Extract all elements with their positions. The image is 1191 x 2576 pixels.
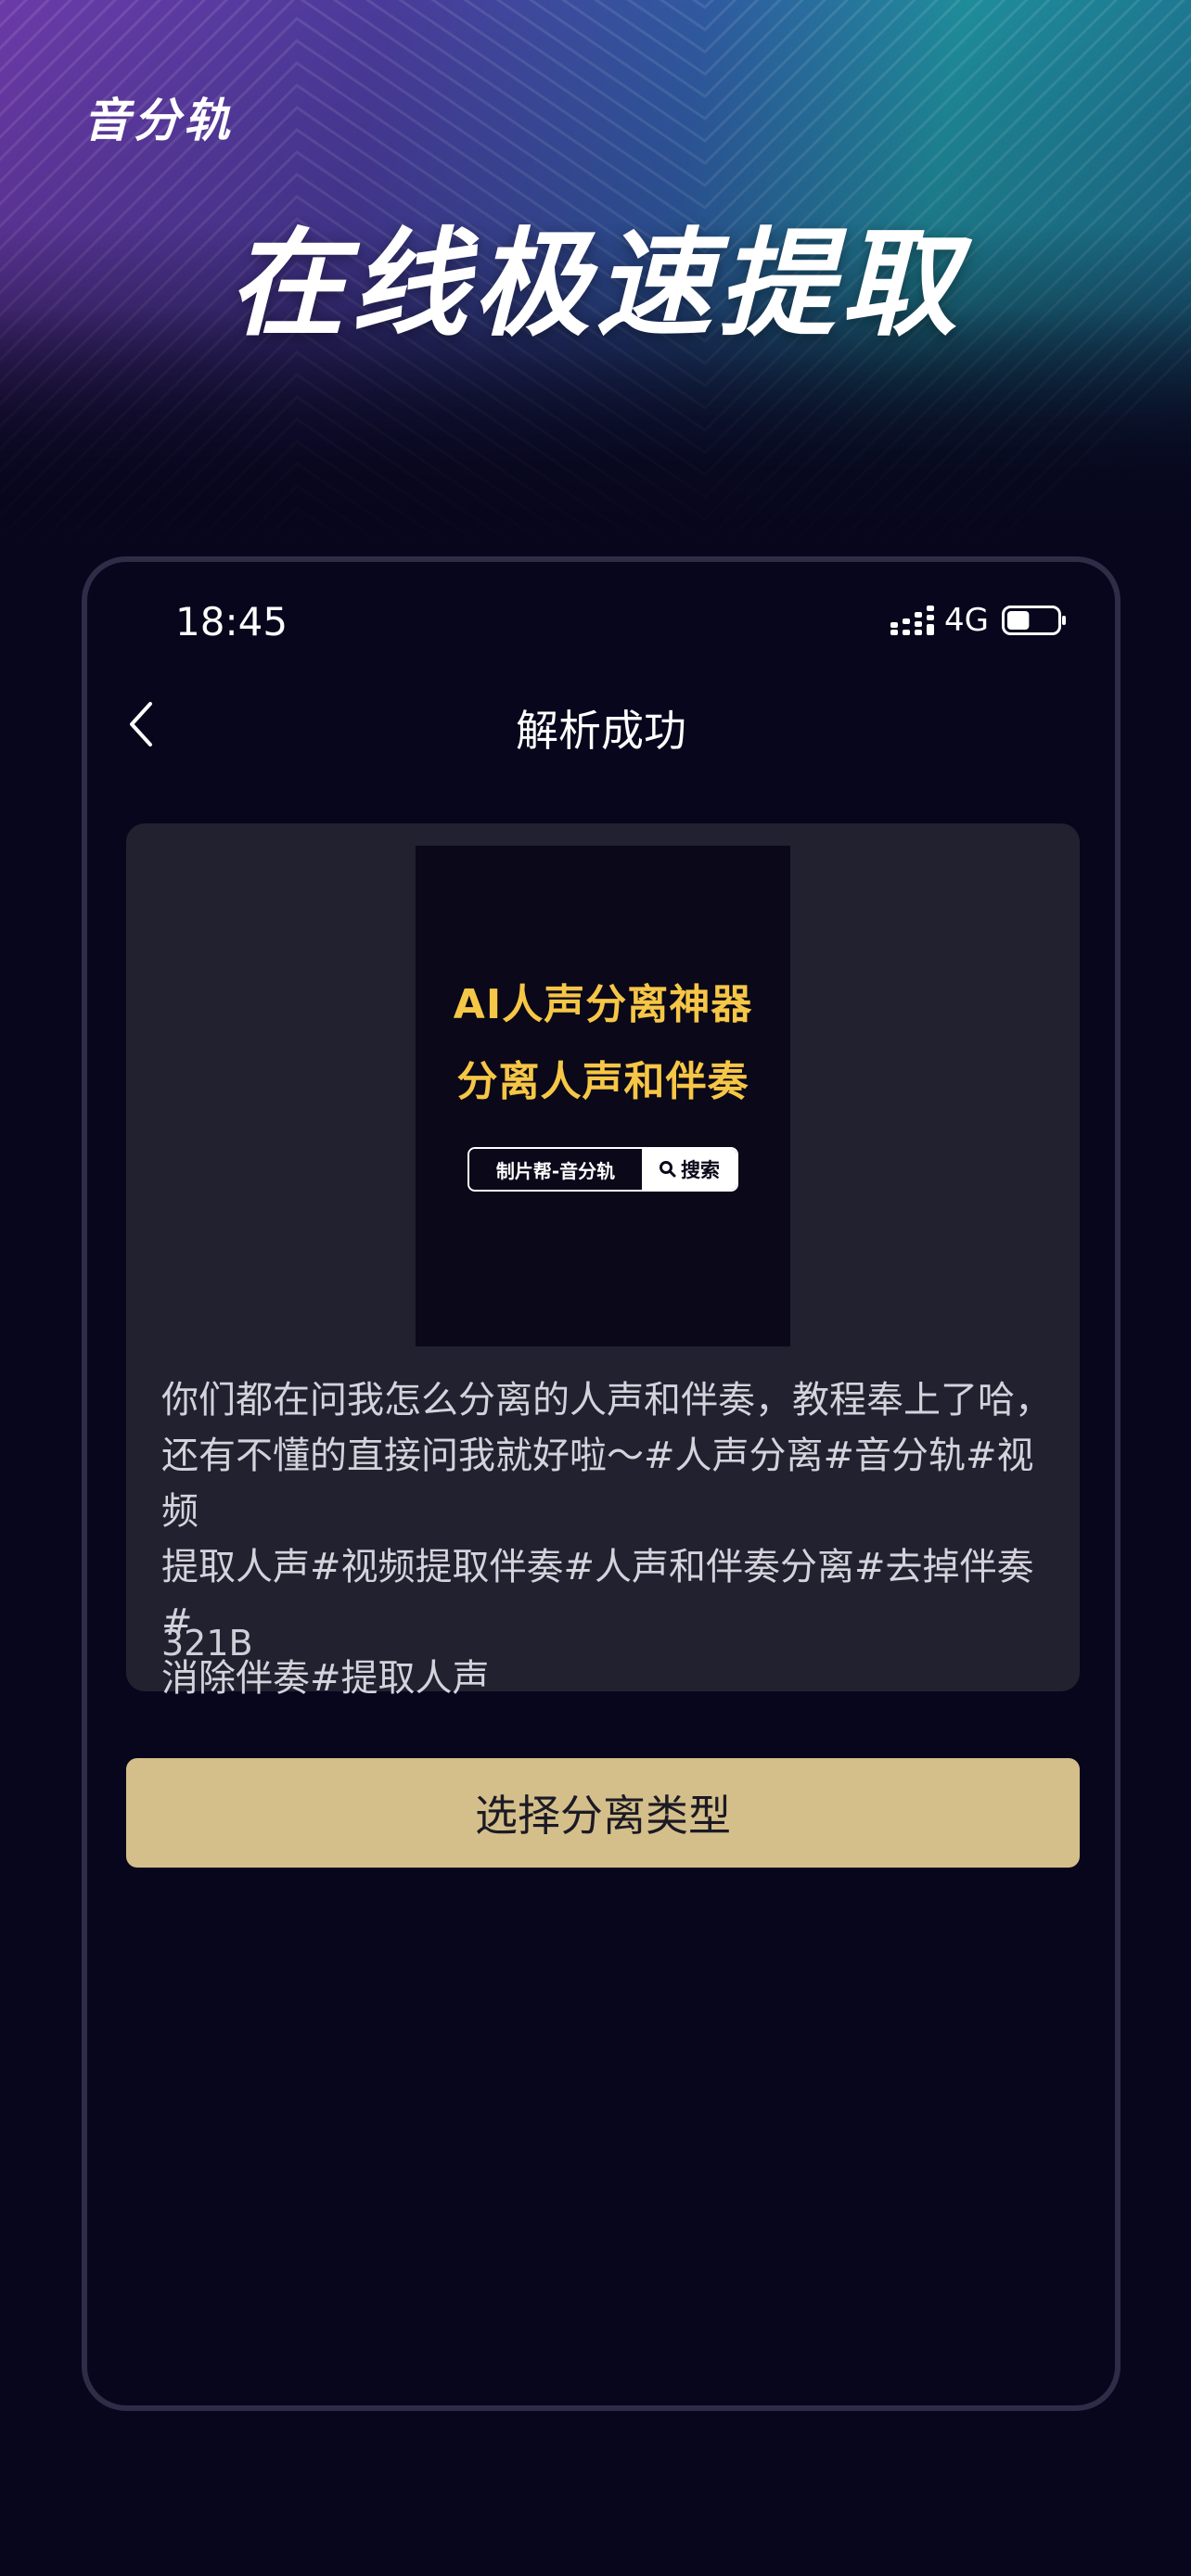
thumbnail-title-line1: AI人声分离神器 [453,981,753,1028]
thumbnail-search-button: 搜索 [642,1149,736,1190]
battery-icon [1002,606,1066,635]
thumbnail-search-bar: 制片帮-音分轨 搜索 [467,1147,738,1192]
thumbnail-search-text: 制片帮-音分轨 [469,1149,642,1190]
video-description: 你们都在问我怎么分离的人声和伴奏，教程奉上了哈， 还有不懂的直接问我就好啦～#人… [161,1379,1052,1700]
choose-separation-type-button[interactable]: 选择分离类型 [126,1758,1080,1868]
thumbnail-search-label: 搜索 [681,1159,720,1181]
page-title: 解析成功 [516,706,686,756]
file-size: 321B [161,1623,253,1664]
signal-bars-icon [890,606,935,635]
video-thumbnail[interactable]: AI人声分离神器 分离人声和伴奏 制片帮-音分轨 搜索 [416,846,790,1346]
status-time: 18:45 [175,599,288,644]
magnifier-icon [660,1161,676,1178]
result-card: AI人声分离神器 分离人声和伴奏 制片帮-音分轨 搜索 你们都在问我怎么分离的人… [126,823,1080,1700]
brand-logo: 音分轨 [83,94,234,147]
phone-frame: 18:45 4G 解析成功 AI人声分离神器 分离人声和伴奏 制片帮-音分轨 搜… [82,556,1121,2411]
network-type: 4G [944,602,989,639]
hero-headline: 在线极速提取 [228,216,963,352]
hero-banner: 音分轨 在线极速提取 [0,0,1191,556]
thumbnail-title-line2: 分离人声和伴奏 [456,1058,749,1105]
status-indicators: 4G [890,602,1067,639]
